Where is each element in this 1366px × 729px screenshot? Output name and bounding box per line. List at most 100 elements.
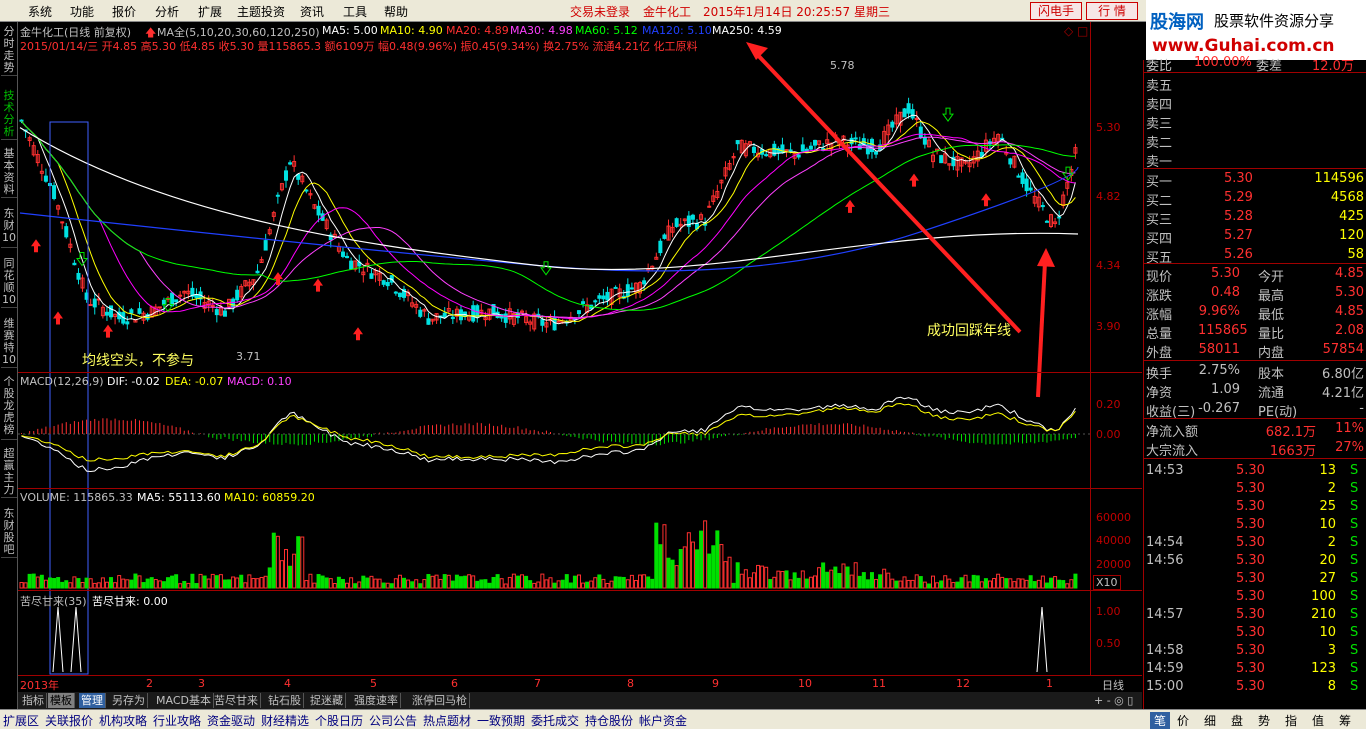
candle-body — [88, 304, 93, 307]
market-button[interactable]: 行 情 — [1086, 2, 1138, 20]
status-tab[interactable]: 个股日历 — [315, 712, 363, 729]
stat-label: 内盘 — [1258, 346, 1285, 361]
volume-bar — [581, 582, 586, 589]
volume-bar — [674, 565, 679, 589]
tick-side: S — [1350, 535, 1359, 550]
volume-bar — [64, 580, 69, 589]
volume-bar — [756, 564, 761, 589]
status-tab[interactable]: 公司公告 — [369, 712, 417, 729]
pane-divider — [18, 488, 1142, 489]
volume-bar — [931, 575, 936, 589]
volume-bar — [821, 562, 826, 589]
tab-kujin[interactable]: 苦尽甘来 — [212, 693, 261, 708]
volume-bar — [259, 576, 264, 589]
status-tab[interactable]: 持仓股份 — [585, 712, 633, 729]
flash-trade-button[interactable]: 闪电手 — [1030, 2, 1082, 20]
tick-time: 14:54 — [1146, 535, 1184, 550]
candle-body — [540, 319, 545, 326]
menu-function[interactable]: 功能 — [70, 3, 94, 20]
tab-strength[interactable]: 强度速率 — [352, 693, 401, 708]
menu-help[interactable]: 帮助 — [384, 3, 408, 20]
volume-bar — [808, 576, 813, 589]
stat-label: 量比 — [1258, 327, 1285, 342]
volume-bar — [800, 570, 805, 589]
quote-tab[interactable]: 势 — [1258, 712, 1270, 729]
tick-volume: 100 — [1311, 589, 1336, 604]
volume-bar — [772, 576, 777, 589]
status-tab[interactable]: 机构攻略 — [99, 712, 147, 729]
volume-bar — [544, 579, 549, 589]
sell-level-label: 卖四 — [1146, 98, 1173, 113]
status-tab[interactable]: 财经精选 — [261, 712, 309, 729]
weibi-row: 委比 100.00% 委差 12.0万 — [1144, 54, 1366, 74]
tab-guba[interactable]: 东财股吧 — [1, 508, 17, 558]
volume-bar — [157, 580, 162, 589]
buy-volume: 4568 — [1330, 190, 1364, 205]
menu-analysis[interactable]: 分析 — [155, 3, 179, 20]
volume-bar — [296, 536, 301, 589]
datetime: 2015年1月14日 20:25:57 星期三 — [703, 5, 890, 19]
tab-intraday[interactable]: 分时走势 — [1, 26, 17, 76]
tab-longhubang[interactable]: 个股龙虎榜 — [1, 376, 17, 440]
status-tab[interactable]: 关联报价 — [45, 712, 93, 729]
quote-tab[interactable]: 筹 — [1339, 712, 1351, 729]
tab-weisaite10[interactable]: 维赛特10 — [1, 318, 17, 368]
buy-volume: 425 — [1339, 209, 1364, 224]
tab-save-as[interactable]: 另存为 — [110, 693, 148, 708]
volume-ma10: MA10: 60859.20 — [224, 491, 315, 504]
period-label[interactable]: 日线 — [1102, 677, 1124, 693]
tab-tonghuashun10[interactable]: 同花顺10 — [1, 258, 17, 308]
tab-hide-seek[interactable]: 捉迷藏 — [308, 693, 346, 708]
status-tab[interactable]: 行业攻略 — [153, 712, 201, 729]
tab-fundamentals[interactable]: 基本资料 — [1, 148, 17, 198]
menu-theme-invest[interactable]: 主题投资 — [237, 3, 285, 20]
status-tab[interactable]: 资金驱动 — [207, 712, 255, 729]
status-tab[interactable]: 一致预期 — [477, 712, 525, 729]
candle-body — [690, 214, 695, 220]
menu-news[interactable]: 资讯 — [300, 3, 324, 20]
stat-label: 外盘 — [1146, 346, 1173, 361]
tick-volume: 3 — [1327, 643, 1336, 658]
volume-bar — [332, 582, 337, 589]
menu-system[interactable]: 系统 — [28, 3, 52, 20]
quote-tab[interactable]: 值 — [1312, 712, 1324, 729]
tab-diamond[interactable]: 钻石股 — [266, 693, 304, 708]
kujin-title: 苦尽甘来(35) — [20, 595, 87, 608]
candle-body — [104, 311, 109, 316]
volume-bar — [214, 575, 219, 589]
status-tab[interactable]: 委托成交 — [531, 712, 579, 729]
tick-price: 5.30 — [1236, 661, 1265, 676]
ma120-line — [19, 166, 1079, 272]
quote-tab[interactable]: 盘 — [1231, 712, 1243, 729]
tab-technical[interactable]: 技术分析 — [1, 90, 17, 140]
quote-tab[interactable]: 指 — [1285, 712, 1297, 729]
status-tab[interactable]: 帐户资金 — [639, 712, 687, 729]
y-tick: 1.00 — [1096, 605, 1121, 618]
quote-tab[interactable]: 笔 — [1150, 712, 1171, 729]
tab-indicator[interactable]: 指标 — [20, 693, 47, 708]
menu-tools[interactable]: 工具 — [343, 3, 367, 20]
tab-template[interactable]: 模板 — [48, 693, 75, 708]
tab-chaoying[interactable]: 超赢主力 — [1, 448, 17, 498]
volume-bar — [723, 561, 728, 589]
quote-tab[interactable]: 价 — [1177, 712, 1189, 729]
candle-body — [369, 273, 374, 279]
menu-extend[interactable]: 扩展 — [198, 3, 222, 20]
tab-macd-basic[interactable]: MACD基本 — [154, 693, 214, 708]
quote-tab[interactable]: 细 — [1204, 712, 1216, 729]
tab-limit-up[interactable]: 涨停回马枪 — [410, 693, 470, 708]
y-tick: 5.30 — [1096, 121, 1121, 134]
status-tab[interactable]: 扩展区 — [3, 712, 39, 729]
tab-dongcai10[interactable]: 东财10 — [1, 208, 17, 248]
candle-body — [922, 136, 927, 145]
menu-quote[interactable]: 报价 — [112, 3, 136, 20]
zoom-controls[interactable]: + - ◎ ▯ — [1092, 693, 1135, 708]
tab-manage[interactable]: 管理 — [79, 693, 106, 708]
x-label: 11 — [872, 677, 886, 690]
status-tab[interactable]: 热点题材 — [423, 712, 471, 729]
volume-bar — [23, 582, 28, 589]
volume-bar — [381, 582, 386, 589]
volume-bar — [300, 536, 305, 589]
volume-bar — [585, 581, 590, 589]
volume-bar — [552, 582, 557, 589]
